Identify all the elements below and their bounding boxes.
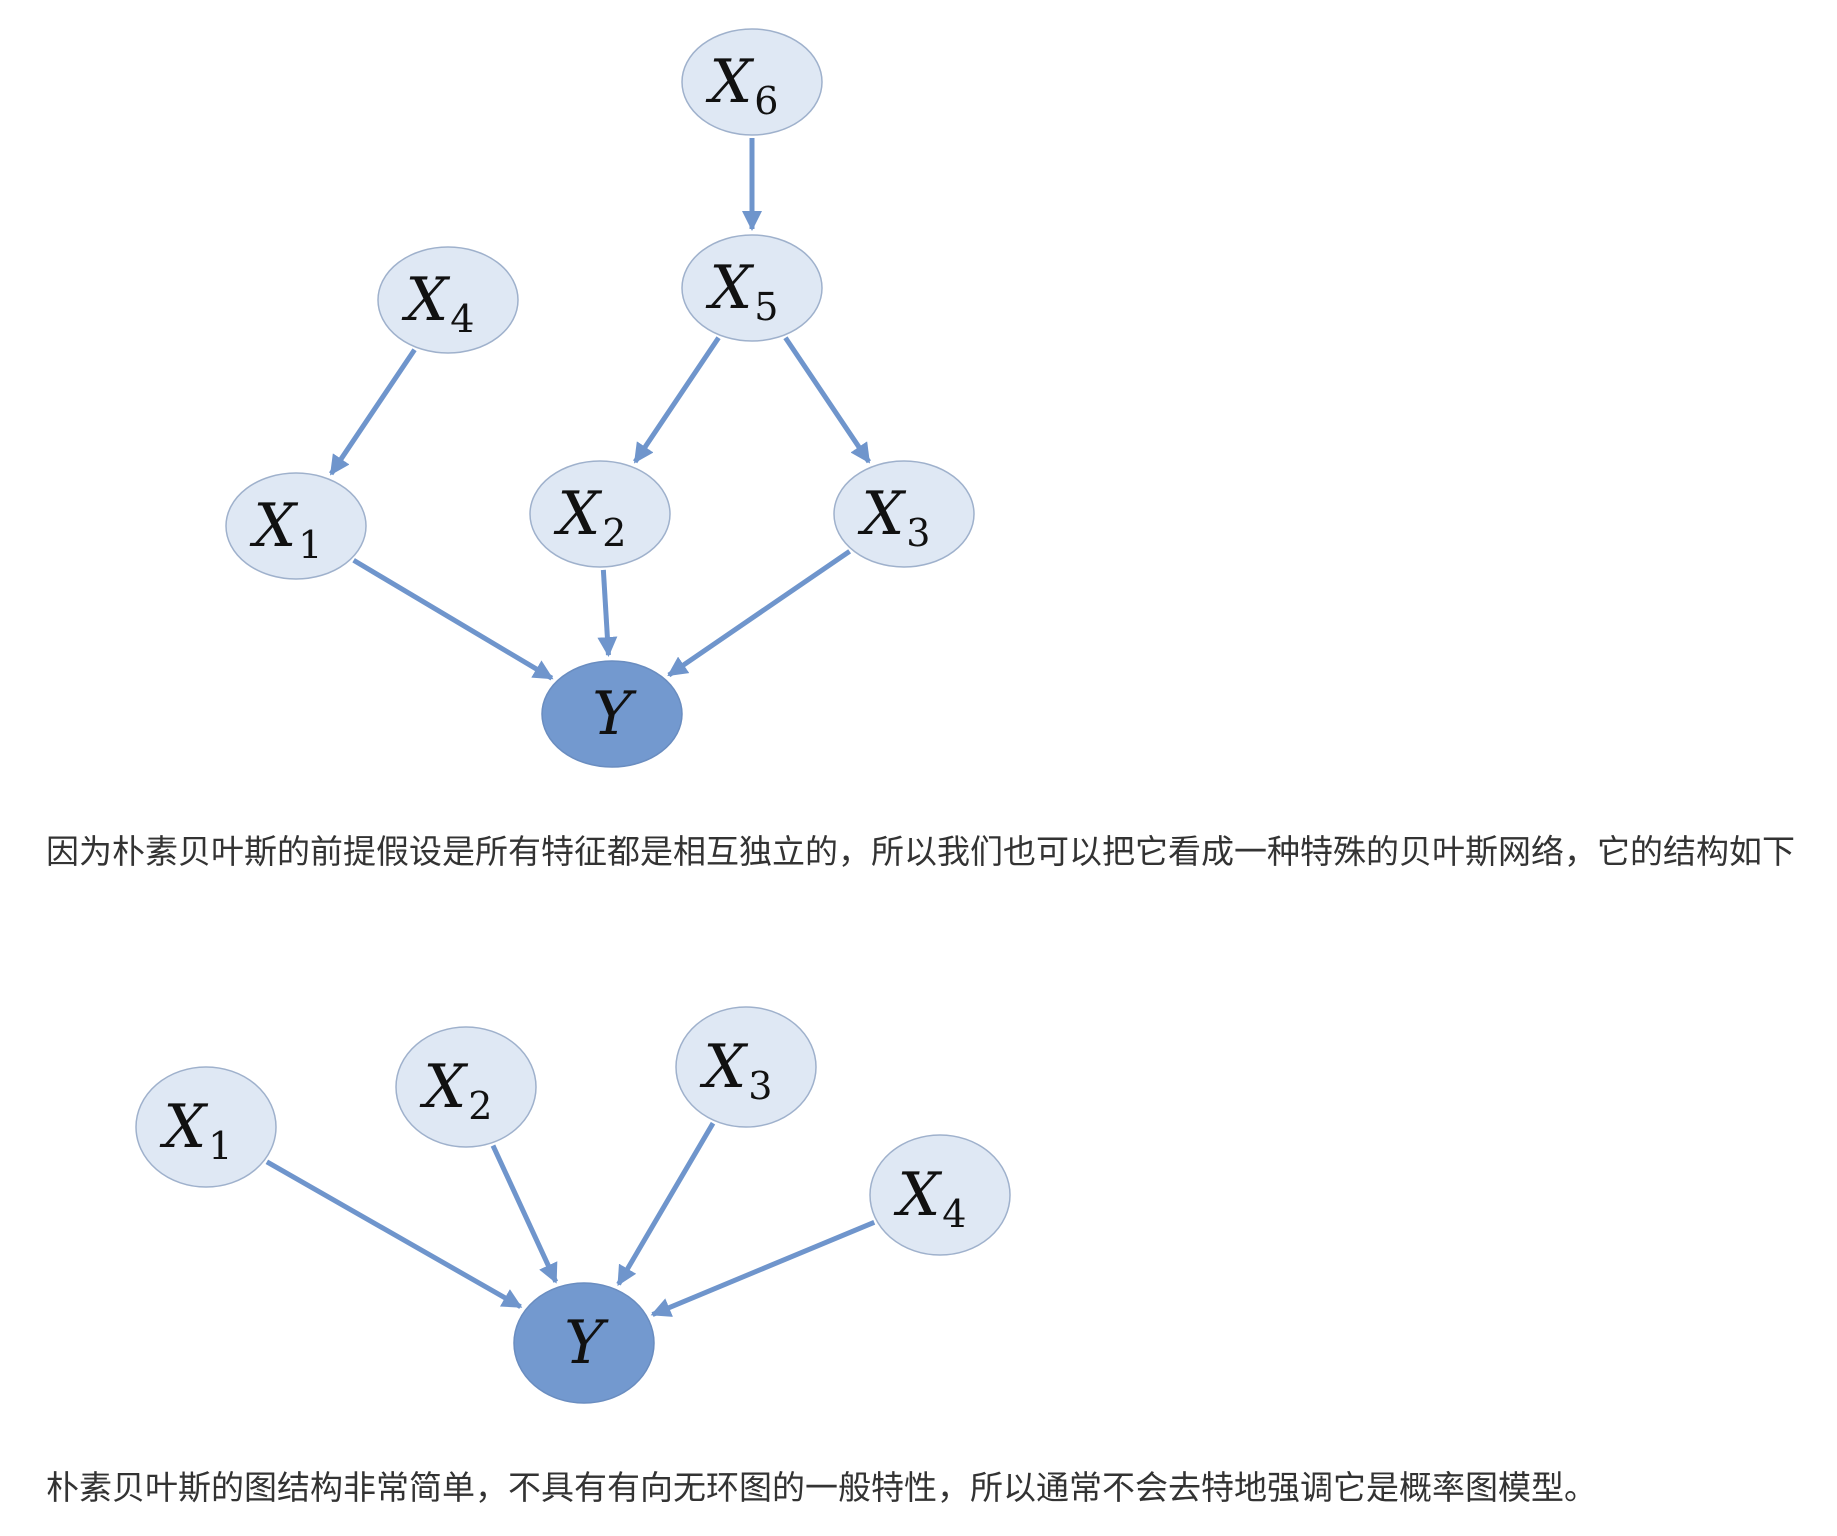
naive-bayes-diagram: X1 X2 X3 X4 Y — [135, 1006, 1011, 1404]
edge-x5-to-x2 — [633, 336, 721, 464]
node-x2: X2 — [529, 460, 671, 568]
node-y: Y — [541, 660, 683, 768]
node-x6: X6 — [681, 28, 823, 136]
edge-x5-to-x3 — [783, 336, 871, 464]
edge-x4-to-y — [650, 1220, 876, 1317]
paragraph-network-intro: 因为朴素贝叶斯的前提假设是所有特征都是相互独立的，所以我们也可以把它看成一种特殊… — [46, 832, 1795, 871]
edge-x2-to-y — [597, 569, 618, 658]
node-x5: X5 — [681, 234, 823, 342]
node-label-y: Y — [592, 679, 637, 749]
edge-x3-to-y — [667, 549, 852, 678]
edge-x1-to-y — [352, 558, 554, 681]
edge-x2-to-y — [490, 1144, 559, 1284]
edge-x4-to-x1 — [329, 348, 417, 476]
node-label-y: Y — [564, 1308, 609, 1378]
edge-x1-to-y — [265, 1159, 523, 1309]
node-x1: X1 — [135, 1066, 277, 1188]
bayesian-network-diagram: X6 X5 X4 X1 X2 X3 Y — [225, 28, 975, 768]
paragraph-naive-bayes-note: 朴素贝叶斯的图结构非常简单，不具有有向无环图的一般特性，所以通常不会去特地强调它… — [46, 1468, 1597, 1507]
edge-x3-to-y — [616, 1121, 716, 1286]
node-x4: X4 — [377, 246, 519, 354]
node-x2: X2 — [395, 1026, 537, 1148]
node-x3: X3 — [833, 460, 975, 568]
node-x4: X4 — [869, 1134, 1011, 1256]
node-x1: X1 — [225, 472, 367, 580]
node-x3: X3 — [675, 1006, 817, 1128]
node-y: Y — [513, 1282, 655, 1404]
